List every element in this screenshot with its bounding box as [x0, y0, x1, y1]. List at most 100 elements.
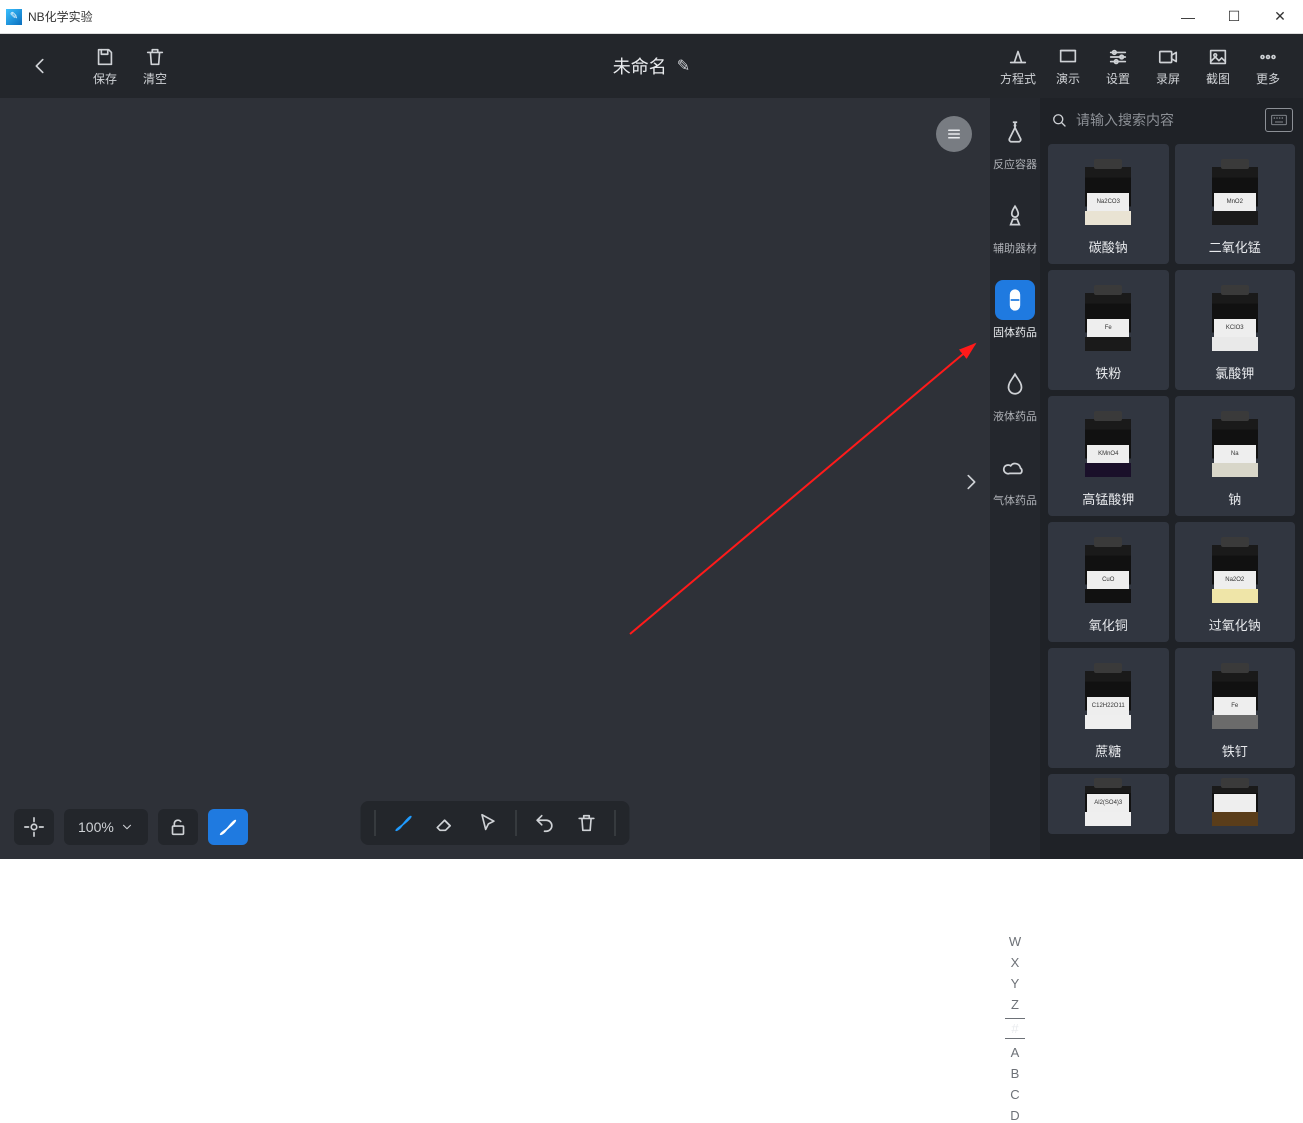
draw-toggle-button[interactable] [208, 809, 248, 845]
equation-button[interactable]: 方程式 [993, 46, 1043, 87]
bottle-icon: Fe [1212, 671, 1258, 729]
zoom-value: 100% [78, 819, 114, 835]
locate-button[interactable] [14, 809, 54, 845]
category-gas[interactable]: 气体药品 [991, 440, 1039, 514]
material-card[interactable]: KClO3氯酸钾 [1175, 270, 1296, 390]
document-title[interactable]: 未命名 ✎ [613, 53, 690, 79]
category-label: 固体药品 [993, 324, 1037, 340]
material-name: 钠 [1228, 489, 1241, 508]
material-card[interactable]: MnO2 二氧化锰 [1175, 144, 1296, 264]
material-name: 高锰酸钾 [1082, 489, 1134, 508]
materials-panel: 反应容器 辅助器材 固体药品 液体药品 气体药品 WXYZ#ABCD [990, 98, 1303, 859]
clear-button[interactable]: 清空 [130, 34, 180, 98]
collapse-panel-button[interactable] [960, 468, 982, 500]
more-button[interactable]: 更多 [1243, 46, 1293, 87]
bottle-powder [1085, 715, 1131, 729]
equation-icon [1007, 46, 1029, 68]
search-icon [1050, 111, 1068, 129]
material-card[interactable] [1175, 774, 1296, 834]
save-button[interactable]: 保存 [80, 34, 130, 98]
app-icon: ✎ [6, 9, 22, 25]
bottle-formula-label: MnO2 [1214, 193, 1256, 211]
pen-tool[interactable] [386, 805, 422, 841]
lock-button[interactable] [158, 809, 198, 845]
bottle-formula-label: C12H22O11 [1087, 697, 1129, 715]
bottle-powder [1212, 337, 1258, 351]
material-name: 蔗糖 [1095, 741, 1121, 760]
settings-button[interactable]: 设置 [1093, 46, 1143, 87]
category-aux[interactable]: 辅助器材 [991, 188, 1039, 262]
bottle-icon: Na2CO3 [1085, 167, 1131, 225]
alpha-B[interactable]: B [1005, 1066, 1025, 1081]
keyboard-button[interactable] [1265, 108, 1293, 132]
bottle-powder [1212, 463, 1258, 477]
sliders-icon [1107, 46, 1129, 68]
bottle-formula-label: Na2CO3 [1087, 193, 1129, 211]
bottle-formula-label: Fe [1087, 319, 1129, 337]
workspace: 100% [0, 98, 1303, 859]
delete-button[interactable] [569, 805, 605, 841]
material-card[interactable]: KMnO4高锰酸钾 [1048, 396, 1169, 516]
material-card[interactable]: Na 钠 [1175, 396, 1296, 516]
category-label: 液体药品 [993, 408, 1037, 424]
bottom-left-controls: 100% [14, 809, 248, 845]
zoom-control[interactable]: 100% [64, 809, 148, 845]
record-icon [1157, 46, 1179, 68]
category-container[interactable]: 反应容器 [991, 104, 1039, 178]
draw-toolbar [361, 801, 630, 845]
material-card[interactable]: Fe铁钉 [1175, 648, 1296, 768]
alpha-Z[interactable]: Z [1005, 997, 1025, 1012]
alpha-C[interactable]: C [1005, 1087, 1025, 1102]
alpha-D[interactable]: D [1005, 1108, 1025, 1123]
undo-button[interactable] [527, 805, 563, 841]
minimize-button[interactable]: ― [1165, 0, 1211, 34]
bottle-icon: Na [1212, 419, 1258, 477]
category-liquid[interactable]: 液体药品 [991, 356, 1039, 430]
brush-icon [217, 816, 239, 838]
save-icon [94, 46, 116, 68]
alpha-X[interactable]: X [1005, 955, 1025, 970]
present-button[interactable]: 演示 [1043, 46, 1093, 87]
material-card[interactable]: Na2CO3碳酸钠 [1048, 144, 1169, 264]
screenshot-button[interactable]: 截图 [1193, 46, 1243, 87]
canvas[interactable]: 100% [0, 98, 990, 859]
bottle-icon: Al2(SO4)3 [1085, 786, 1131, 826]
close-button[interactable]: ✕ [1257, 0, 1303, 34]
drop-icon [1002, 371, 1028, 397]
pointer-icon [477, 812, 499, 834]
alpha-W[interactable]: W [1005, 934, 1025, 949]
bottle-powder [1085, 812, 1131, 826]
alpha-#[interactable]: # [1005, 1018, 1025, 1039]
steps-list-button[interactable] [936, 116, 972, 152]
chevron-down-icon [120, 820, 134, 834]
burner-icon [1002, 203, 1028, 229]
category-label: 气体药品 [993, 492, 1037, 508]
material-name: 二氧化锰 [1209, 237, 1261, 256]
edit-title-icon[interactable]: ✎ [677, 56, 690, 76]
bottle-powder [1085, 463, 1131, 477]
document-title-text: 未命名 [613, 53, 667, 79]
category-solid[interactable]: 固体药品 [991, 272, 1039, 346]
maximize-button[interactable]: ☐ [1211, 0, 1257, 34]
bottle-powder [1212, 589, 1258, 603]
pointer-tool[interactable] [470, 805, 506, 841]
bottle-powder [1085, 211, 1131, 225]
back-button[interactable] [0, 34, 80, 98]
material-card[interactable]: Na2O2过氧化钠 [1175, 522, 1296, 642]
alpha-A[interactable]: A [1005, 1045, 1025, 1060]
record-button[interactable]: 录屏 [1143, 46, 1193, 87]
chevron-left-icon [29, 55, 51, 77]
material-card[interactable]: CuO氧化铜 [1048, 522, 1169, 642]
material-card[interactable]: Al2(SO4)3 [1048, 774, 1169, 834]
material-card[interactable]: Fe铁粉 [1048, 270, 1169, 390]
annotation-arrow [610, 334, 990, 654]
eraser-tool[interactable] [428, 805, 464, 841]
alpha-index: WXYZ # ABCD [1001, 934, 1029, 1123]
bottle-formula-label: CuO [1087, 571, 1129, 589]
alpha-Y[interactable]: Y [1005, 976, 1025, 991]
more-icon [1257, 46, 1279, 68]
bottle-formula-label: Na [1214, 445, 1256, 463]
material-card[interactable]: C12H22O11 蔗糖 [1048, 648, 1169, 768]
settings-label: 设置 [1106, 70, 1130, 87]
search-input[interactable] [1076, 112, 1257, 128]
